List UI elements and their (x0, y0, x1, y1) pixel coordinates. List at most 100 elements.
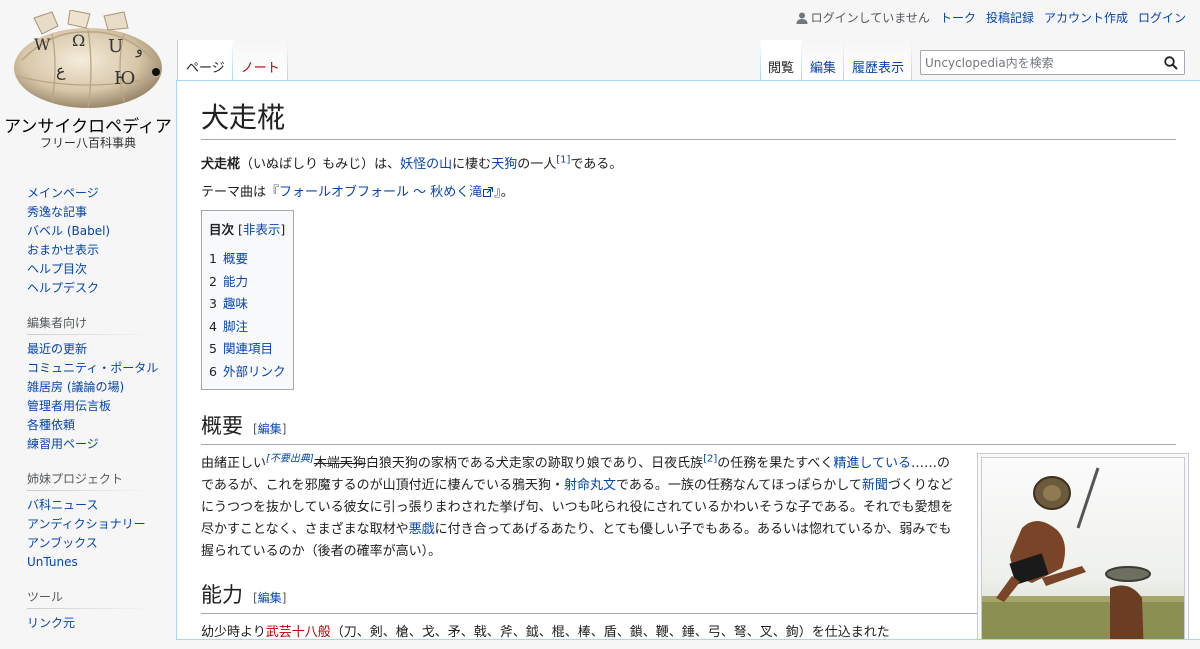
link-bugei[interactable]: 武芸十八般 (266, 625, 331, 639)
overview-text-3: の任務を果たすべく (717, 456, 834, 471)
login-link[interactable]: ログイン (1138, 9, 1186, 26)
toc-item-label[interactable]: 概要 (223, 251, 248, 266)
sidebar-item-random[interactable]: おまかせ表示 (27, 243, 99, 257)
sidebar-item-helpdesk[interactable]: ヘルプデスク (27, 281, 99, 295)
svg-text:ع: ع (56, 61, 66, 80)
link-newspaper[interactable]: 新聞 (862, 478, 888, 493)
sidebar-item-admin-board[interactable]: 管理者用伝言板 (27, 399, 111, 413)
namespace-tabs: ページ ノート (177, 40, 288, 80)
user-icon (796, 12, 808, 24)
section-edit: [編集] (253, 422, 286, 436)
tab-read-label: 閲覧 (767, 61, 794, 76)
toc-item[interactable]: 6 外部リンク (209, 361, 285, 384)
ref-1[interactable]: [1] (556, 155, 570, 166)
toc-item-number: 2 (209, 273, 217, 289)
link-aya[interactable]: 射命丸文 (564, 478, 616, 493)
sidebar-editors: 編集者向け 最近の更新 コミュニティ・ポータル 雑居房 (議論の場) 管理者用伝… (0, 314, 176, 454)
sidebar-item-babel[interactable]: バベル (Babel) (27, 224, 110, 238)
svg-text:Ю: Ю (114, 68, 135, 89)
link-shojin[interactable]: 精進している (833, 456, 911, 471)
anon-label: ログインしていません (810, 11, 930, 25)
anon-status: ログインしていません (796, 9, 930, 26)
ref-2[interactable]: [2] (703, 454, 717, 465)
sidebar-item-featured[interactable]: 秀逸な記事 (27, 205, 87, 219)
link-tengu[interactable]: 天狗 (491, 157, 517, 172)
tab-history-label: 履歴表示 (851, 61, 904, 76)
sidebar-item-requests[interactable]: 各種依頼 (27, 418, 75, 432)
section-title: 概要 (201, 414, 243, 438)
create-account-link[interactable]: アカウント作成 (1044, 9, 1128, 26)
sidebar: メインページ 秀逸な記事 バベル (Babel) おまかせ表示 ヘルプ目次 ヘル… (0, 180, 176, 649)
sidebar-sister-projects: 姉妹プロジェクト バ科ニュース アンディクショナリー アンブックス UnTune… (0, 470, 176, 572)
sidebar-item-community-portal[interactable]: コミュニティ・ポータル (27, 361, 158, 375)
content: 犬走椛 犬走椛（いぬばしり もみじ）は、妖怪の山に棲む天狗の一人[1]である。 … (176, 80, 1200, 640)
toc-item-label[interactable]: 外部リンク (223, 364, 286, 379)
section-edit-link[interactable]: 編集 (258, 422, 282, 436)
toc-item[interactable]: 5 関連項目 (209, 338, 285, 361)
citation-needed[interactable]: [不要出典] (266, 454, 314, 465)
svg-text:Ω: Ω (72, 31, 85, 50)
link-theme-song[interactable]: フォールオブフォール 〜 秋めく滝 (279, 185, 482, 200)
puzzle-globe-logo: W Ω U ع Ю و (14, 10, 162, 109)
ability-text-1: 幼少時より (201, 625, 266, 640)
lead-text-1: に棲む (452, 157, 492, 172)
sidebar-sisters-heading: 姉妹プロジェクト (27, 470, 152, 491)
sidebar-editors-heading: 編集者向け (27, 314, 152, 335)
link-youkai-mountain[interactable]: 妖怪の山 (400, 157, 452, 172)
overview-text-1: 由緒正しい (201, 456, 267, 471)
toc-item-label[interactable]: 能力 (223, 274, 248, 289)
site-logo[interactable]: W Ω U ع Ю و アンサイクロペディア フリー八百科事典 (0, 0, 176, 160)
sidebar-item-sandbox[interactable]: 練習用ページ (27, 437, 99, 451)
sidebar-item-what-links-here[interactable]: リンク元 (27, 616, 75, 630)
toc-item-number: 1 (209, 251, 217, 266)
link-prank[interactable]: 悪戯 (409, 522, 435, 537)
toc-item-number: 6 (209, 363, 217, 379)
sidebar-item-recent-changes[interactable]: 最近の更新 (27, 342, 87, 356)
search-icon[interactable] (1164, 55, 1180, 71)
sidebar-item-help[interactable]: ヘルプ目次 (27, 262, 87, 276)
article-thumbnail[interactable] (977, 453, 1189, 639)
personal-talk-link[interactable]: トーク (940, 9, 976, 26)
tab-read[interactable]: 閲覧 (760, 40, 802, 80)
toc-item-label[interactable]: 関連項目 (223, 341, 273, 356)
svg-text:و: و (135, 42, 143, 58)
overview-text-2: 白狼天狗の家柄である犬走家の跡取り娘であり、日夜氏族 (365, 456, 704, 471)
toc-item[interactable]: 4 脚注 (209, 316, 285, 339)
sidebar-item-unbooks[interactable]: アンブックス (27, 536, 98, 550)
sidebar-item-unnews[interactable]: バ科ニュース (27, 498, 98, 512)
edit-bracket-close: ] (281, 422, 287, 436)
theme-text-2: 』。 (494, 185, 514, 200)
toc-bracket-close: ] (280, 222, 286, 237)
table-of-contents: 目次 [非表示] 1 概要 2 能力 3 趣味 4 脚注 5 関連項目 6 外部リンク (201, 210, 295, 390)
toc-item-number: 5 (209, 341, 217, 356)
toc-item-number: 3 (209, 296, 217, 311)
sidebar-tools: ツール リンク元 (0, 588, 176, 633)
sidebar-item-untunes[interactable]: UnTunes (27, 555, 78, 569)
lead-text-2: の一人 (517, 157, 557, 172)
sidebar-navigation: メインページ 秀逸な記事 バベル (Babel) おまかせ表示 ヘルプ目次 ヘル… (0, 184, 176, 298)
sidebar-item-village-pump[interactable]: 雑居房 (議論の場) (27, 380, 124, 394)
page-title: 犬走椛 (201, 101, 1176, 140)
theme-text-1: テーマ曲は『 (201, 185, 280, 200)
tab-page[interactable]: ページ (177, 40, 233, 80)
toc-item-label[interactable]: 趣味 (223, 296, 248, 311)
sidebar-item-undictionary[interactable]: アンディクショナリー (27, 517, 146, 531)
toc-item-label[interactable]: 脚注 (223, 319, 248, 334)
toc-item[interactable]: 2 能力 (209, 271, 285, 294)
sidebar-item-main-page[interactable]: メインページ (27, 186, 99, 200)
tab-talk[interactable]: ノート (233, 40, 288, 80)
toc-hide-toggle[interactable]: 非表示 (243, 222, 281, 237)
toc-item-number: 4 (209, 318, 217, 334)
thumbnail-image (981, 457, 1185, 639)
toc-item[interactable]: 1 概要 (209, 248, 285, 271)
section-edit-link[interactable]: 編集 (258, 591, 282, 605)
tab-edit[interactable]: 編集 (802, 40, 844, 80)
tab-edit-label: 編集 (809, 61, 836, 76)
sidebar-tools-heading: ツール (27, 588, 152, 609)
personal-contributions-link[interactable]: 投稿記録 (986, 9, 1034, 26)
svg-text:U: U (108, 36, 123, 57)
tab-history[interactable]: 履歴表示 (844, 40, 912, 80)
search-input[interactable] (921, 51, 1157, 74)
toc-item[interactable]: 3 趣味 (209, 293, 285, 316)
edit-bracket-close: ] (281, 591, 287, 605)
